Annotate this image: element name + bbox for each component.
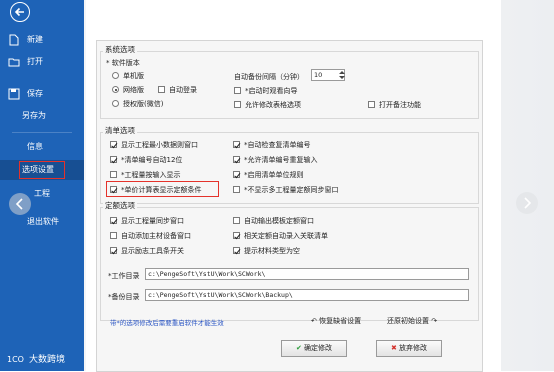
checkbox-box	[234, 87, 241, 94]
checkbox-box	[233, 186, 240, 193]
checkbox-box	[233, 141, 240, 148]
confirm-button[interactable]: ✔ 确定修改	[281, 340, 347, 357]
checkbox-box	[158, 86, 165, 93]
checkbox-box	[233, 232, 240, 239]
checkbox-label: *工程量按输入显示	[121, 171, 181, 179]
sidebar-item-exit[interactable]: 退出软件	[0, 212, 84, 232]
checkbox-label: *允许清单编号重复输入	[244, 156, 318, 164]
section-title: 系统选项	[103, 44, 137, 55]
backup-interval-label: 自动备份间隔（分钟）	[234, 73, 304, 81]
checkbox-box	[110, 171, 117, 178]
svg-text:1CO: 1CO	[7, 355, 24, 364]
sidebar-item-save-as[interactable]: 另存为	[0, 106, 84, 126]
checkbox-box	[234, 101, 241, 108]
sidebar-item-label: 保存	[27, 89, 43, 98]
checkbox-label: 显示工程最小数据则窗口	[121, 141, 198, 149]
checkbox-box	[110, 232, 117, 239]
sidebar-item-label: 打开	[27, 57, 43, 66]
sidebar-item-save[interactable]: 保存	[0, 84, 84, 104]
checkbox-box	[368, 101, 375, 108]
redo-icon: ↷	[429, 317, 438, 325]
checkbox-label: 相关定额自动录入关联清单	[244, 232, 328, 240]
backstage-view: 新建 打开 保存 另存为 信息 选项设置 工程 退出软件 大数跨境 1CO 系统…	[0, 0, 554, 372]
backupdir-label: *备份目录	[108, 293, 140, 301]
confirm-label: 确定修改	[304, 344, 333, 352]
restore-default-label: 恢复缺省设置	[319, 317, 362, 325]
sidebar-item-new[interactable]: 新建	[0, 30, 84, 50]
sidebar-item-label: 退出软件	[27, 217, 59, 226]
checkbox-label: 自动添加主材设备窗口	[121, 232, 191, 240]
restore-initial-label: 还原初始设置	[387, 317, 429, 325]
checkbox-label: 提示材料类型为空	[244, 247, 300, 255]
spinner-arrows-icon[interactable]	[339, 69, 345, 81]
version-label: * 软件版本	[106, 59, 140, 67]
checkbox-label: *启动时观看向导	[245, 87, 298, 95]
sidebar-item-label: 工程	[34, 189, 50, 198]
next-page-button[interactable]	[516, 192, 538, 214]
checkbox-box	[110, 247, 117, 254]
restore-initial-link[interactable]: 还原初始设置 ↷	[387, 316, 437, 326]
brand-label: 大数跨境	[29, 355, 66, 365]
section-title: 定额选项	[103, 200, 137, 211]
new-file-icon	[9, 34, 19, 46]
checkbox-box	[110, 156, 117, 163]
sidebar-item-label: 另存为	[22, 111, 46, 120]
chevron-right-icon	[524, 197, 532, 209]
sidebar-item-info[interactable]: 信息	[0, 137, 84, 157]
checkbox-label: *清单编号自动12位	[121, 156, 183, 164]
restore-default-link[interactable]: ↶ 恢复缺省设置	[311, 316, 361, 326]
checkbox-label: *启用清单单位规则	[244, 171, 304, 179]
undo-icon: ↶	[311, 317, 320, 325]
brand-logo-icon: 1CO	[7, 355, 24, 364]
radio-label: 网络版	[123, 86, 144, 94]
checkbox-label: 打开备注功能	[379, 101, 421, 109]
sidebar-item-label: 新建	[27, 35, 43, 44]
back-button[interactable]	[10, 2, 30, 22]
checkbox-box	[110, 217, 117, 224]
cancel-button[interactable]: ✖ 放弃修改	[376, 340, 442, 357]
radio-dot	[112, 72, 119, 79]
sidebar: 新建 打开 保存 另存为 信息 选项设置 工程 退出软件 大数跨境 1CO	[0, 0, 84, 371]
radio-label: 授权版(微信)	[123, 100, 164, 108]
highlight-box	[106, 181, 219, 197]
save-icon	[8, 88, 20, 100]
sidebar-item-open[interactable]: 打开	[0, 52, 84, 72]
cancel-label: 放弃修改	[399, 344, 428, 352]
radio-dot	[112, 100, 119, 107]
checkbox-label: 显示励志工具条开关	[121, 247, 184, 255]
checkbox-box	[233, 171, 240, 178]
workdir-label: *工作目录	[108, 272, 140, 280]
checkbox-box	[110, 141, 117, 148]
checkbox-box	[233, 217, 240, 224]
highlight-box	[19, 161, 65, 179]
checkbox-box	[233, 247, 240, 254]
checkbox-label: 自动登录	[169, 86, 197, 94]
radio-label: 单机版	[123, 72, 144, 80]
close-icon: ✖	[390, 344, 397, 352]
checkbox-label: *自动检查复清单编号	[244, 141, 311, 149]
options-panel: 系统选项 * 软件版本 单机版 网络版 自动登录 授权版(微信) 自动备份间隔（…	[96, 40, 483, 372]
restart-note: 带*的选项修改后需要重启软件才能生效	[110, 319, 224, 327]
checkbox-box	[233, 156, 240, 163]
folder-icon	[8, 58, 20, 67]
checkbox-label: 允许修改表格选项	[245, 101, 301, 109]
section-title: 清单选项	[103, 125, 137, 136]
check-icon: ✔	[295, 344, 302, 352]
checkbox-label: 自动输出模板定额窗口	[244, 217, 314, 225]
workdir-input[interactable]: c:\PengeSoft\YstU\Work\SCWork\	[145, 268, 469, 280]
backupdir-input[interactable]: c:\PengeSoft\YstU\Work\SCWork\Backup\	[145, 289, 469, 301]
sidebar-item-label: 信息	[27, 142, 43, 151]
sidebar-divider	[12, 132, 72, 133]
radio-dot	[112, 86, 119, 93]
checkbox-label: *不显示多工程量定额同步窗口	[244, 186, 339, 194]
arrow-left-icon	[14, 7, 24, 17]
checkbox-label: 显示工程量同步窗口	[121, 217, 184, 225]
